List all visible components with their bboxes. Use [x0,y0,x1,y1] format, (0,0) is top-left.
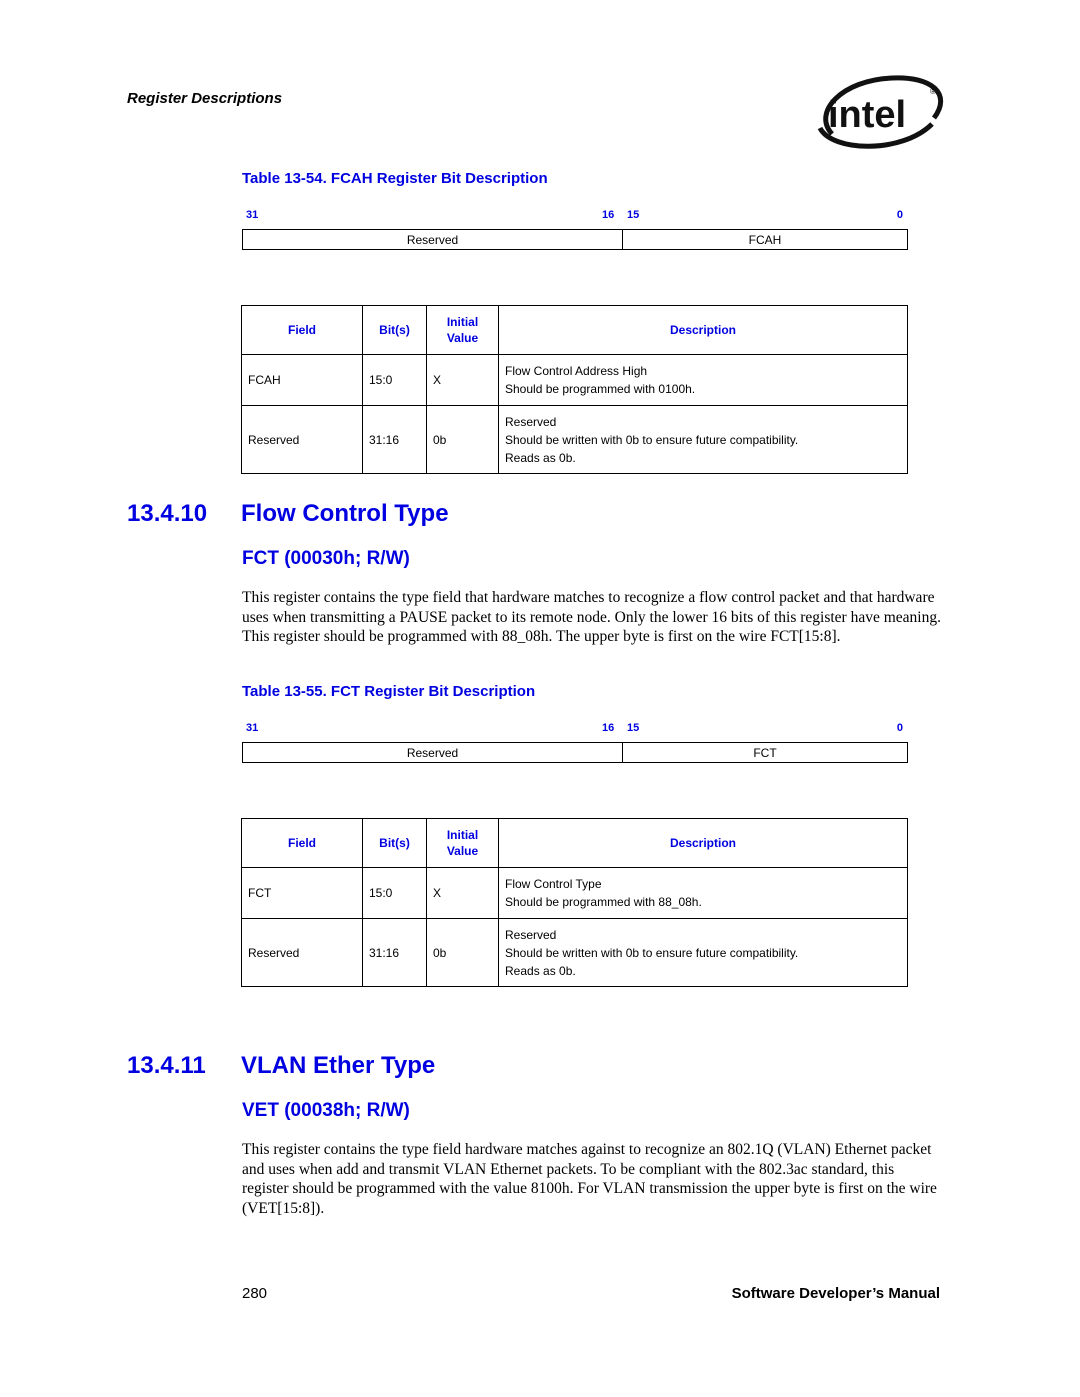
register-subtitle-fct: FCT (00030h; R/W) [242,548,410,569]
cell-field: FCT [241,867,363,919]
register-subtitle-vet: VET (00038h; R/W) [242,1100,410,1121]
fcah-bit-numbers: 31 16 15 0 [242,209,907,223]
desc-line: Reads as 0b. [505,450,576,465]
table-header-row: Field Bit(s) Initial Value Description [241,818,908,868]
page-number: 280 [242,1285,268,1302]
cell-description: Flow Control Address High Should be prog… [498,354,908,406]
fct-table-title: Table 13-55. FCT Register Bit Descriptio… [242,683,536,700]
cell-initial: X [426,867,499,919]
reg-field-fct: FCT [753,745,777,760]
desc-line: Flow Control Type [505,877,602,891]
desc-line: Should be programmed with 88_08h. [505,895,702,909]
cell-description: Reserved Should be written with 0b to en… [498,405,908,474]
bit-16-label: 16 [602,722,615,734]
fcah-bit-table: Field Bit(s) Initial Value Description F… [241,305,908,474]
bit-15-label: 15 [627,722,640,734]
bit-16-label: 16 [602,209,615,221]
section-number: 13.4.10 [127,500,208,527]
svg-text:®: ® [930,87,936,96]
table-header-row: Field Bit(s) Initial Value Description [241,305,908,355]
cell-initial: X [426,354,499,406]
desc-line: Reads as 0b. [505,963,576,978]
cell-field: Reserved [241,405,363,474]
fct-paragraph: This register contains the type field th… [242,589,941,645]
reg-field-reserved: Reserved [243,743,623,762]
fct-bit-numbers: 31 16 15 0 [242,722,907,736]
reg-field-fcah: FCAH [748,232,782,247]
cell-bits: 31:16 [362,918,427,987]
bit-0-label: 0 [896,209,903,221]
col-field: Field [241,305,363,355]
col-bits: Bit(s) [362,818,427,868]
section-heading-fct: 13.4.10 Flow Control Type [127,500,449,528]
desc-line: Should be programmed with 0100h. [505,382,696,396]
vet-paragraph: This register contains the type field ha… [242,1141,937,1217]
cell-initial: 0b [426,918,499,987]
col-initial-value: Initial Value [426,305,499,355]
table-row: Reserved 31:16 0b Reserved Should be wri… [241,405,908,474]
bit-0-label: 0 [896,722,903,734]
cell-bits: 31:16 [362,405,427,474]
desc-line: Should be written with 0b to ensure futu… [505,432,799,447]
section-title: VLAN Ether Type [241,1052,436,1079]
col-field: Field [241,818,363,868]
desc-line: Should be written with 0b to ensure futu… [505,945,799,960]
fct-bit-table: Field Bit(s) Initial Value Description F… [241,818,908,987]
section-header: Register Descriptions [127,90,283,107]
bit-15-label: 15 [627,209,640,221]
table-row: Reserved 31:16 0b Reserved Should be wri… [241,918,908,987]
table-row: FCAH 15:0 X Flow Control Address High Sh… [241,354,908,406]
desc-line: Reserved [505,414,557,429]
section-title: Flow Control Type [241,500,449,527]
cell-description: Reserved Should be written with 0b to en… [498,918,908,987]
manual-title: Software Developer’s Manual [731,1285,940,1302]
section-heading-vet: 13.4.11 VLAN Ether Type [127,1052,435,1080]
cell-initial: 0b [426,405,499,474]
fct-register-layout: Reserved FCT [242,742,908,763]
col-initial-value: Initial Value [426,818,499,868]
col-description: Description [498,305,908,355]
fcah-table-title: Table 13-54. FCAH Register Bit Descripti… [242,170,548,187]
section-number: 13.4.11 [127,1052,206,1079]
desc-line: Flow Control Address High [505,364,648,378]
cell-bits: 15:0 [362,354,427,406]
svg-text:intel: intel [828,94,906,136]
bit-31-label: 31 [246,722,259,734]
fcah-register-layout: Reserved FCAH [242,229,908,250]
table-row: FCT 15:0 X Flow Control Type Should be p… [241,867,908,919]
cell-description: Flow Control Type Should be programmed w… [498,867,908,919]
cell-field: FCAH [241,354,363,406]
bit-31-label: 31 [246,209,259,221]
reg-field-reserved: Reserved [243,230,623,249]
col-bits: Bit(s) [362,305,427,355]
col-description: Description [498,818,908,868]
cell-field: Reserved [241,918,363,987]
cell-bits: 15:0 [362,867,427,919]
intel-logo: intel ® [812,72,947,152]
desc-line: Reserved [505,927,557,942]
